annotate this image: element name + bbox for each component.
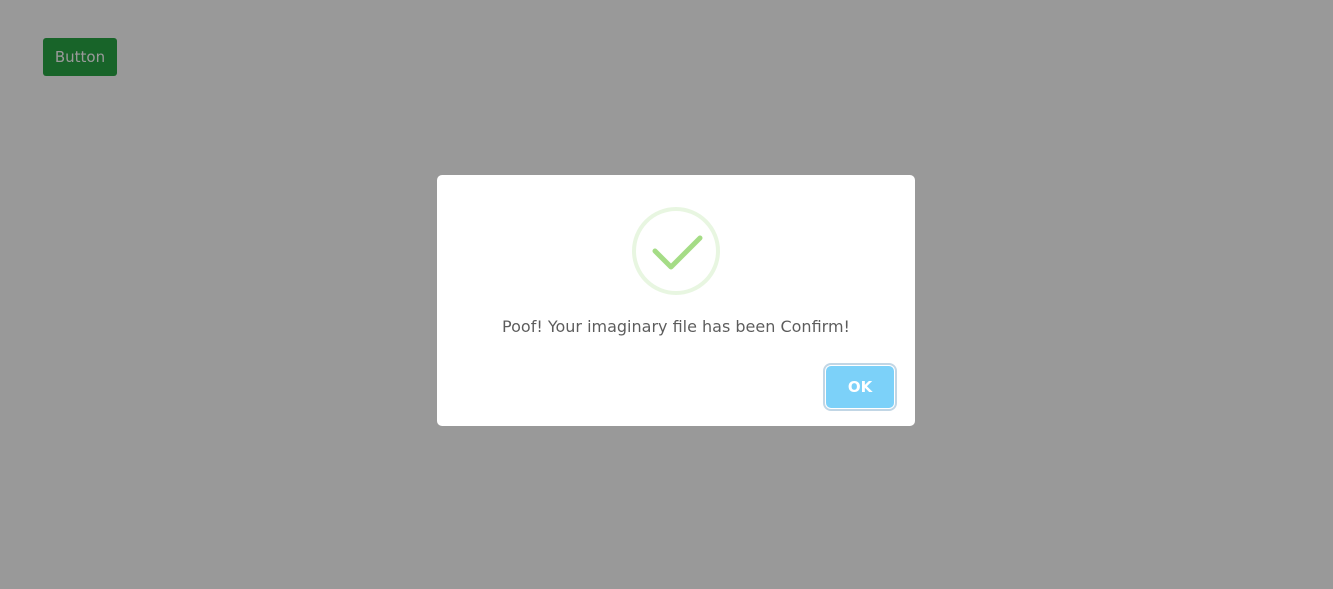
alert-dialog: Poof! Your imaginary file has been Confi… xyxy=(437,175,915,426)
ok-button[interactable]: OK xyxy=(826,366,894,408)
check-mark-icon xyxy=(652,235,703,270)
dialog-message: Poof! Your imaginary file has been Confi… xyxy=(502,317,850,336)
success-check-icon xyxy=(632,207,720,295)
